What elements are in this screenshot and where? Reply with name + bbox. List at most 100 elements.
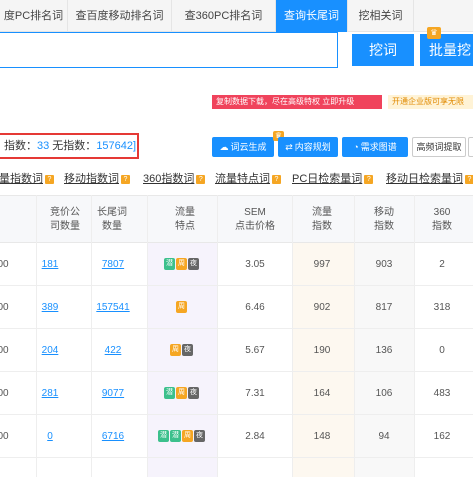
word-cloud-button[interactable]: ☁ 词云生成: [212, 137, 274, 157]
search-input[interactable]: [0, 32, 338, 68]
flow-feature-tags: 周: [176, 301, 187, 314]
cell-360-index: 0: [439, 345, 445, 356]
content-plan-label: 内容规划: [294, 142, 331, 152]
feature-tag: 周: [176, 301, 187, 313]
tab-related[interactable]: 挖相关词: [348, 0, 414, 32]
filter-flow-index[interactable]: 量指数词?: [0, 170, 54, 186]
feature-tag: 潜: [170, 430, 181, 442]
feature-tag: 潜: [164, 258, 175, 270]
cell-c0: 00: [0, 388, 9, 399]
flow-feature-tags: 周夜: [170, 344, 193, 357]
col-header-flow-feature[interactable]: 流量 特点: [165, 206, 205, 234]
filter-mobile-daily[interactable]: 移动日检索量词?: [386, 170, 473, 186]
feature-tag: 周: [170, 344, 181, 356]
cell-360-index: 483: [433, 388, 451, 399]
cell-c0: 00: [0, 259, 9, 270]
table-row[interactable]: 00 389 157541 6.46 902 817 318 周: [0, 286, 473, 329]
cell-sem: 5.67: [245, 345, 265, 356]
crown-icon: ♛: [427, 27, 441, 39]
cloud-icon: ☁: [219, 142, 229, 152]
cell-c0: 00: [0, 302, 9, 313]
cell-flow-index: 902: [313, 302, 331, 313]
cell-360-index: 162: [433, 431, 451, 442]
cell-flow-index: 164: [313, 388, 331, 399]
cell-mobile-index: 106: [375, 388, 393, 399]
cell-sem: 2.84: [245, 431, 265, 442]
high-freq-button[interactable]: 高频词提取: [412, 137, 466, 157]
feature-tag: 潜: [158, 430, 169, 442]
flow-feature-tags: 潜周夜: [164, 387, 199, 400]
table-row[interactable]: 00 0 6716 2.84 148 94 162 潜潜周夜: [0, 415, 473, 458]
cell-longtail-count[interactable]: 7807: [91, 243, 135, 286]
feature-tag: 潜: [164, 387, 175, 399]
cell-c0: 00: [0, 431, 9, 442]
demand-graph-button[interactable]: ◔ 需求图谱: [342, 137, 408, 157]
tab-baidu-mobile[interactable]: 查百度移动排名词: [68, 0, 172, 32]
tab-bar: 度PC排名词 查百度移动排名词 查360PC排名词 查询长尾词 挖相关词: [0, 0, 473, 32]
feature-tag: 周: [176, 258, 187, 270]
table-row[interactable]: 00 204 422 5.67 190 136 0 周夜: [0, 329, 473, 372]
enterprise-promo[interactable]: 开通企业版可享无限: [388, 95, 473, 109]
cell-mobile-index: 903: [375, 259, 393, 270]
word-cloud-label: 词云生成: [230, 142, 267, 152]
cell-mobile-index: 94: [378, 431, 390, 442]
content-plan-button[interactable]: ⇄ 内容规划: [278, 137, 338, 157]
feature-tag: 夜: [182, 344, 193, 356]
tab-360-pc[interactable]: 查360PC排名词: [172, 0, 276, 32]
cell-mobile-index: 136: [375, 345, 393, 356]
cell-c0: 00: [0, 345, 9, 356]
demand-graph-label: 需求图谱: [360, 142, 397, 152]
feature-tag: 周: [182, 430, 193, 442]
table-row[interactable]: 00 281 9077 7.31 164 106 483 潜周夜: [0, 372, 473, 415]
col-header-mobile-index[interactable]: 移动 指数: [362, 206, 406, 234]
filter-pc-daily[interactable]: PC日检索量词?: [292, 170, 374, 186]
feature-tag: 夜: [188, 387, 199, 399]
no-index-label: 无指数：: [49, 140, 97, 152]
chart-icon: ◔: [353, 142, 359, 152]
keyword-table: 竞价公 司数量 长尾词 数量 流量 特点 SEM 点击价格 流量 指数 移动 指数 360 指…: [0, 195, 473, 477]
cell-mobile-index: 817: [375, 302, 393, 313]
col-header-bid-count[interactable]: 竞价公 司数量: [45, 206, 85, 234]
filter-mobile-index[interactable]: 移动指数词?: [64, 170, 130, 186]
index-count-summary: 指数：33 无指数：157642]: [0, 133, 139, 159]
tab-baidu-pc[interactable]: 度PC排名词: [0, 0, 68, 32]
cell-360-index: 318: [433, 302, 451, 313]
cell-longtail-count[interactable]: 9077: [91, 372, 135, 415]
feature-tag: 周: [176, 387, 187, 399]
extract-button[interactable]: 取: [468, 137, 473, 157]
filter-flow-feature[interactable]: 流量特点词?: [215, 170, 281, 186]
cell-bid-count[interactable]: 389: [36, 286, 64, 329]
cell-sem: 7.31: [245, 388, 265, 399]
filter-row: 量指数词? 移动指数词? 360指数词? 流量特点词? PC日检索量词? 移动日…: [0, 170, 473, 186]
table-row[interactable]: 00 181 7807 3.05 997 903 2 潜周夜: [0, 243, 473, 286]
cell-360-index: 2: [439, 259, 445, 270]
col-header-360-index[interactable]: 360 指数: [420, 206, 464, 234]
cell-flow-index: 997: [313, 259, 331, 270]
cell-bid-count[interactable]: 0: [36, 415, 64, 458]
cell-sem: 6.46: [245, 302, 265, 313]
flow-feature-tags: 潜周夜: [164, 258, 199, 271]
index-count: 33: [37, 140, 50, 152]
flow-feature-tags: 潜潜周夜: [158, 430, 205, 443]
tab-longtail[interactable]: 查询长尾词: [276, 0, 348, 32]
cell-bid-count[interactable]: 204: [36, 329, 64, 372]
no-index-count: 157642]: [96, 140, 137, 152]
table-header: 竞价公 司数量 长尾词 数量 流量 特点 SEM 点击价格 流量 指数 移动 指数 360 指…: [0, 195, 473, 243]
dig-button[interactable]: 挖词: [352, 34, 414, 66]
cell-sem: 3.05: [245, 259, 265, 270]
cell-bid-count[interactable]: 181: [36, 243, 64, 286]
share-icon: ⇄: [285, 142, 293, 152]
upgrade-promo[interactable]: 复制数据下载，尽在高级特权 立即升级: [212, 95, 382, 109]
cell-flow-index: 190: [313, 345, 331, 356]
cell-flow-index: 148: [313, 431, 331, 442]
col-header-sem[interactable]: SEM 点击价格: [230, 206, 280, 234]
col-header-flow-index[interactable]: 流量 指数: [300, 206, 344, 234]
feature-tag: 夜: [194, 430, 205, 442]
cell-longtail-count[interactable]: 6716: [91, 415, 135, 458]
cell-longtail-count[interactable]: 422: [91, 329, 135, 372]
feature-tag: 夜: [188, 258, 199, 270]
col-header-longtail[interactable]: 长尾词 数量: [90, 206, 134, 234]
filter-360-index[interactable]: 360指数词?: [143, 170, 206, 186]
cell-bid-count[interactable]: 281: [36, 372, 64, 415]
cell-longtail-count[interactable]: 157541: [91, 286, 135, 329]
